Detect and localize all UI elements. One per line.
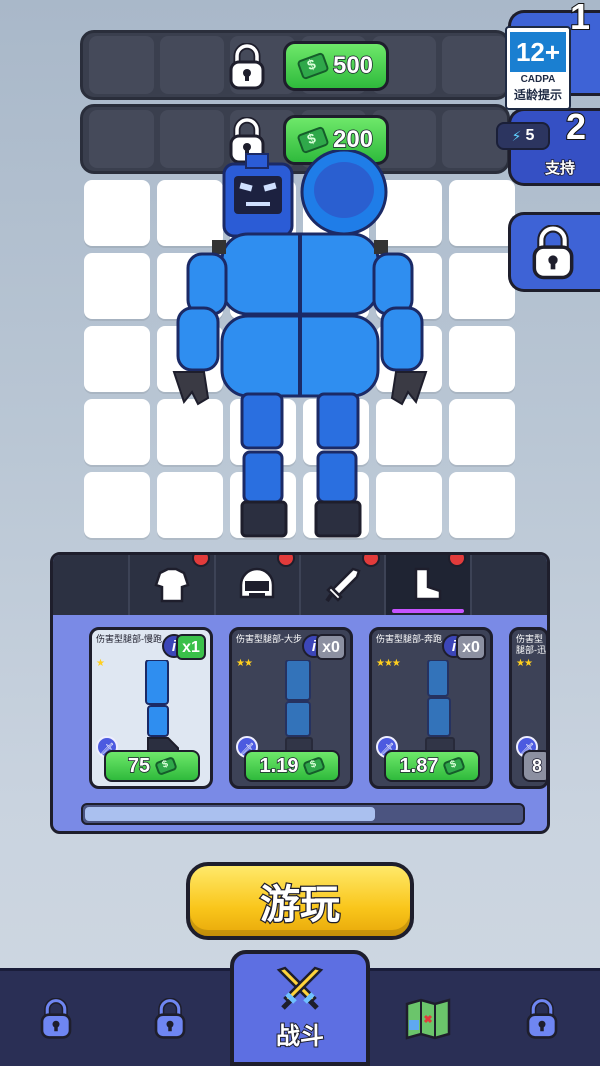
grid-slot[interactable] — [449, 253, 515, 319]
nav-locked-2[interactable] — [140, 989, 200, 1049]
padlock-icon — [154, 998, 186, 1039]
tab-boots[interactable] — [386, 555, 472, 615]
sword-icon — [325, 567, 361, 603]
grid-slot[interactable] — [449, 472, 515, 538]
tab-empty — [472, 555, 547, 615]
map-icon — [405, 998, 451, 1040]
notification-dot — [277, 555, 296, 567]
leg-part-image — [425, 660, 455, 757]
buy-button[interactable]: 75 — [104, 750, 200, 782]
helmet-icon — [240, 567, 275, 599]
item-card-list: 伤害型腿部-慢跑 ★ i x1 🗡 75 伤害型腿部-大步 ★★ i x0 — [89, 627, 547, 789]
padlock-icon — [526, 998, 558, 1039]
padlock-icon — [532, 225, 574, 280]
grid-slot[interactable] — [84, 472, 150, 538]
grid-slot[interactable] — [84, 253, 150, 319]
side-number-2: 2 — [565, 105, 587, 148]
grid-slot[interactable] — [84, 180, 150, 246]
scrollbar-thumb[interactable] — [85, 807, 375, 821]
tab-helmet[interactable] — [216, 555, 302, 615]
cash-icon — [154, 756, 178, 776]
crossed-swords-icon — [276, 966, 324, 1010]
grid-slot[interactable] — [84, 326, 150, 392]
tab-armor[interactable] — [130, 555, 216, 615]
notification-dot — [362, 555, 381, 567]
armor-icon — [154, 567, 190, 603]
notification-dot — [191, 555, 210, 567]
buy-button[interactable]: 1.19 — [244, 750, 340, 782]
padlock-icon — [40, 998, 72, 1039]
nav-map[interactable] — [398, 989, 458, 1049]
locked-row-1: 500 — [80, 30, 510, 100]
cash-icon — [442, 756, 467, 776]
grid-slot[interactable] — [449, 399, 515, 465]
energy-counter: ⚡ 5 — [496, 122, 550, 150]
cash-icon — [296, 51, 330, 81]
lightning-icon: ⚡ — [511, 127, 522, 144]
unlock-row-button[interactable]: 500 — [283, 41, 389, 91]
tab-empty — [53, 555, 131, 615]
leg-part-image — [145, 660, 179, 757]
side-tab-locked[interactable] — [508, 212, 600, 292]
grid-slot[interactable] — [84, 399, 150, 465]
nav-locked-3[interactable] — [512, 989, 572, 1049]
boot-icon — [414, 567, 442, 601]
item-card[interactable]: 伤害型腿部-奔跑 ★★★ i x0 🗡 1.87 — [369, 627, 493, 789]
nav-locked-1[interactable] — [26, 989, 86, 1049]
leg-part-image — [285, 660, 313, 757]
nav-battle-tab[interactable]: 战斗 — [230, 950, 370, 1066]
age-rating-badge: 12+ CADPA 适龄提示 — [505, 26, 571, 110]
padlock-icon — [229, 43, 265, 90]
side-number-1: 1 — [569, 0, 591, 38]
notification-dot — [447, 555, 466, 567]
category-tabs — [53, 555, 547, 615]
item-card[interactable]: 伤害型腿部-大步 ★★ i x0 🗡 1.19 — [229, 627, 353, 789]
item-card[interactable]: 伤害型腿部-迅速 ★★ 🗡 8 — [509, 627, 547, 789]
tab-weapon[interactable] — [301, 555, 387, 615]
buy-button[interactable]: 8 — [522, 750, 546, 782]
grid-slot[interactable] — [449, 326, 515, 392]
buy-button[interactable]: 1.87 — [384, 750, 480, 782]
cash-icon — [302, 756, 327, 776]
horizontal-scrollbar[interactable] — [81, 803, 525, 825]
item-card[interactable]: 伤害型腿部-慢跑 ★ i x1 🗡 75 — [89, 627, 213, 789]
robot-character[interactable] — [160, 150, 440, 550]
play-button[interactable]: 游玩 — [186, 862, 414, 940]
equipment-panel: 伤害型腿部-慢跑 ★ i x1 🗡 75 伤害型腿部-大步 ★★ i x0 — [50, 552, 550, 834]
grid-slot[interactable] — [449, 180, 515, 246]
